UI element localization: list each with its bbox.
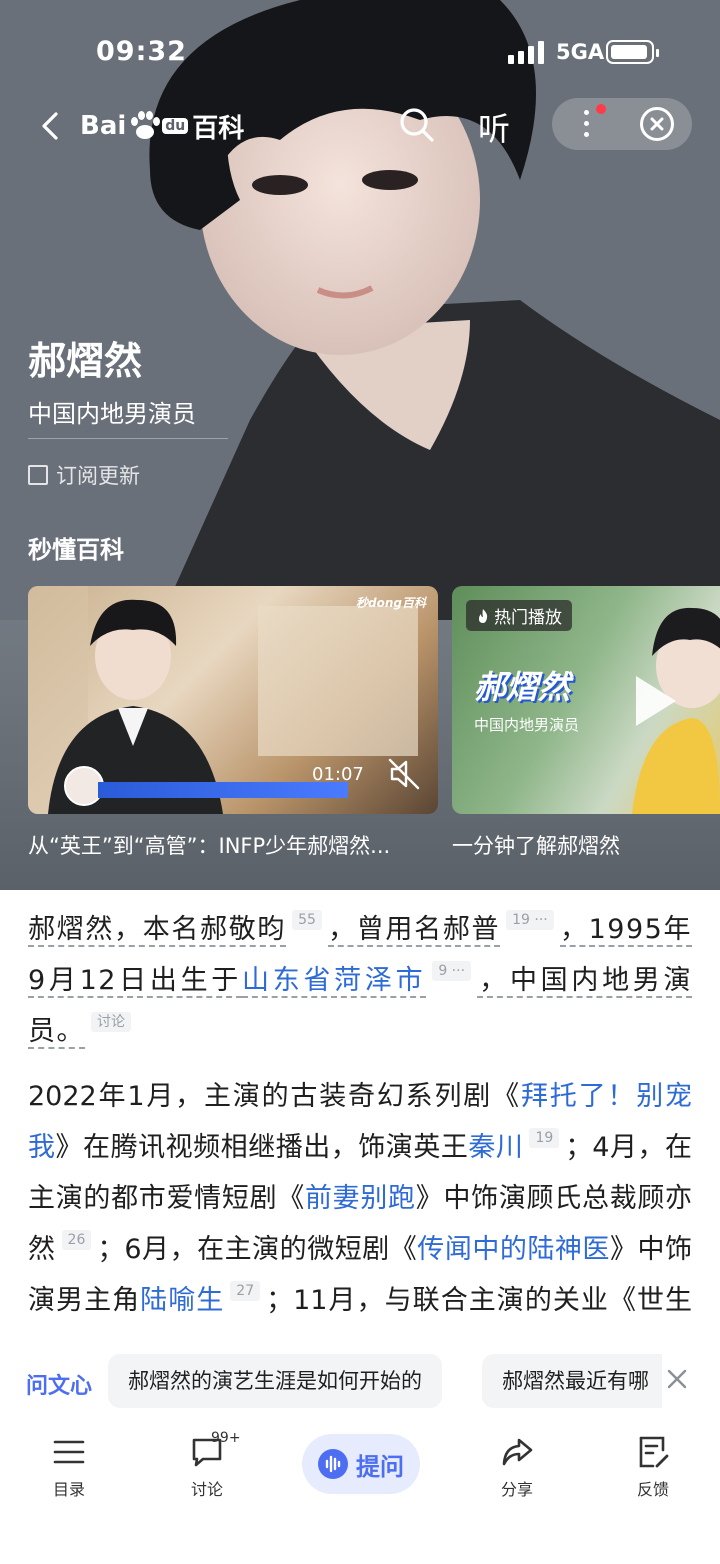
status-bar: 09:32 5GA (0, 0, 720, 100)
body-text: ；11月，与 (266, 1285, 413, 1316)
article-body: 郝熠然，本名郝敬昀 55 ，曾用名郝普 19 ··· ，1995年9月12日出生于山东省… (0, 890, 720, 1336)
body-text: 2022年1月，主演的古装奇幻系列剧《 (28, 1081, 521, 1112)
discuss-count-badge: 99+ (211, 1430, 241, 1446)
hot-tag-label: 热门播放 (494, 608, 562, 628)
wenxin-logo[interactable]: 问文心 (26, 1368, 92, 1400)
hero-banner: 09:32 5GA Bai du 百科 听 郝熠然 中国内地男演员 订阅更新 秒… (0, 0, 720, 890)
subscribe-icon (28, 465, 48, 485)
video-overlay-name: 郝熠然 (474, 668, 571, 706)
video-caption-1[interactable]: 从“英王”到“高管”：INFP少年郝熠然... (28, 830, 438, 860)
link-role-1[interactable]: 秦川 (468, 1132, 523, 1163)
subtitle-banner (98, 782, 348, 798)
ask-button[interactable]: 提问 (302, 1434, 420, 1494)
body-text: 》在腾讯视频相继播出，饰演英王 (55, 1132, 469, 1163)
paw-icon (128, 111, 162, 141)
citation-badge[interactable]: 55 (292, 910, 322, 930)
list-icon (53, 1440, 85, 1464)
back-arrow-icon[interactable] (34, 108, 70, 144)
voice-wave-icon (318, 1449, 348, 1479)
tab-discuss[interactable]: 99+ 讨论 (167, 1430, 247, 1500)
listen-button[interactable]: 听 (478, 104, 510, 150)
tab-feedback[interactable]: 反馈 (613, 1434, 693, 1500)
brand-name: 百科 (192, 113, 245, 144)
signal-icon (508, 40, 544, 64)
summary-text[interactable]: 郝熠然，本名郝敬昀 (28, 914, 287, 947)
logo-du: du (162, 118, 189, 134)
link-heze[interactable]: 山东省菏泽市 (242, 965, 427, 998)
close-icon[interactable] (664, 1366, 690, 1392)
mini-program-capsule (552, 98, 692, 150)
search-icon[interactable] (398, 106, 436, 144)
share-icon (502, 1438, 533, 1466)
entry-subtitle: 中国内地男演员 (28, 400, 196, 428)
link-role-2[interactable]: 陆喻生 (140, 1285, 224, 1316)
hot-tag: 热门播放 (466, 600, 572, 631)
ai-suggestion-bar: 问文心 郝熠然的演艺生涯是如何开始的 郝熠然最近有哪 (0, 1338, 720, 1428)
citation-badge[interactable]: 27 (230, 1281, 261, 1301)
ask-label: 提问 (356, 1452, 404, 1481)
body-text: ；6月，在主演的微短剧《 (97, 1234, 418, 1265)
suggestion-chip[interactable]: 郝熠然最近有哪 (482, 1354, 662, 1408)
tab-label: 分享 (500, 1480, 533, 1499)
feedback-icon (639, 1436, 669, 1468)
subscribe-button[interactable]: 订阅更新 (28, 460, 140, 490)
tab-label: 讨论 (190, 1480, 223, 1499)
notification-dot (596, 104, 606, 114)
citation-badge[interactable]: 19 (529, 1128, 560, 1148)
tab-contents[interactable]: 目录 (29, 1434, 109, 1500)
more-dots-icon[interactable] (584, 108, 590, 140)
video-card-2[interactable]: 热门播放 郝熠然 中国内地男演员 (452, 586, 720, 814)
video-caption-2[interactable]: 一分钟了解郝熠然 (452, 830, 620, 860)
section-title: 秒懂百科 (28, 536, 124, 564)
battery-icon (606, 40, 659, 64)
summary-paragraph: 郝熠然，本名郝敬昀 55 ，曾用名郝普 19 ··· ，1995年9月12日出生于山东省… (28, 890, 693, 1057)
citation-badge[interactable]: 9 ··· (432, 961, 472, 981)
network-type: 5GA (556, 40, 605, 64)
link-drama-2[interactable]: 前妻别跑 (305, 1183, 416, 1214)
logo-text: Bai (80, 111, 127, 141)
entry-title: 郝熠然 (28, 339, 143, 383)
play-icon[interactable] (636, 676, 676, 726)
tab-share[interactable]: 分享 (477, 1434, 557, 1500)
citation-badge[interactable]: 19 ··· (506, 910, 554, 930)
top-nav: Bai du 百科 听 (0, 96, 720, 156)
tab-label: 目录 (52, 1480, 85, 1499)
clock: 09:32 (96, 36, 187, 67)
mute-icon[interactable] (386, 756, 422, 792)
close-circle-icon[interactable] (640, 107, 674, 141)
video-watermark: 秒dong百科 (356, 596, 426, 610)
tab-label: 反馈 (636, 1480, 669, 1499)
discuss-badge[interactable]: 讨论 (91, 1012, 131, 1032)
video-duration: 01:07 (312, 764, 364, 785)
link-drama-3[interactable]: 传闻中的陆神医 (417, 1234, 610, 1265)
summary-text[interactable]: ，曾用名郝普 (327, 914, 501, 947)
video-card-1[interactable]: 秒dong百科 01:07 (28, 586, 438, 814)
divider (28, 438, 228, 439)
bottom-tab-bar: 目录 99+ 讨论 提问 分享 反馈 (0, 1428, 720, 1564)
subscribe-label: 订阅更新 (56, 464, 140, 488)
citation-badge[interactable]: 26 (61, 1230, 92, 1250)
fire-icon (479, 608, 488, 623)
video-overlay-subtitle: 中国内地男演员 (474, 716, 580, 734)
suggestion-chip[interactable]: 郝熠然的演艺生涯是如何开始的 (108, 1354, 442, 1408)
baidu-baike-logo[interactable]: Bai du 百科 (80, 108, 244, 144)
career-paragraph: 2022年1月，主演的古装奇幻系列剧《拜托了！别宠我》在腾讯视频相继播出，饰演英… (28, 1071, 692, 1336)
